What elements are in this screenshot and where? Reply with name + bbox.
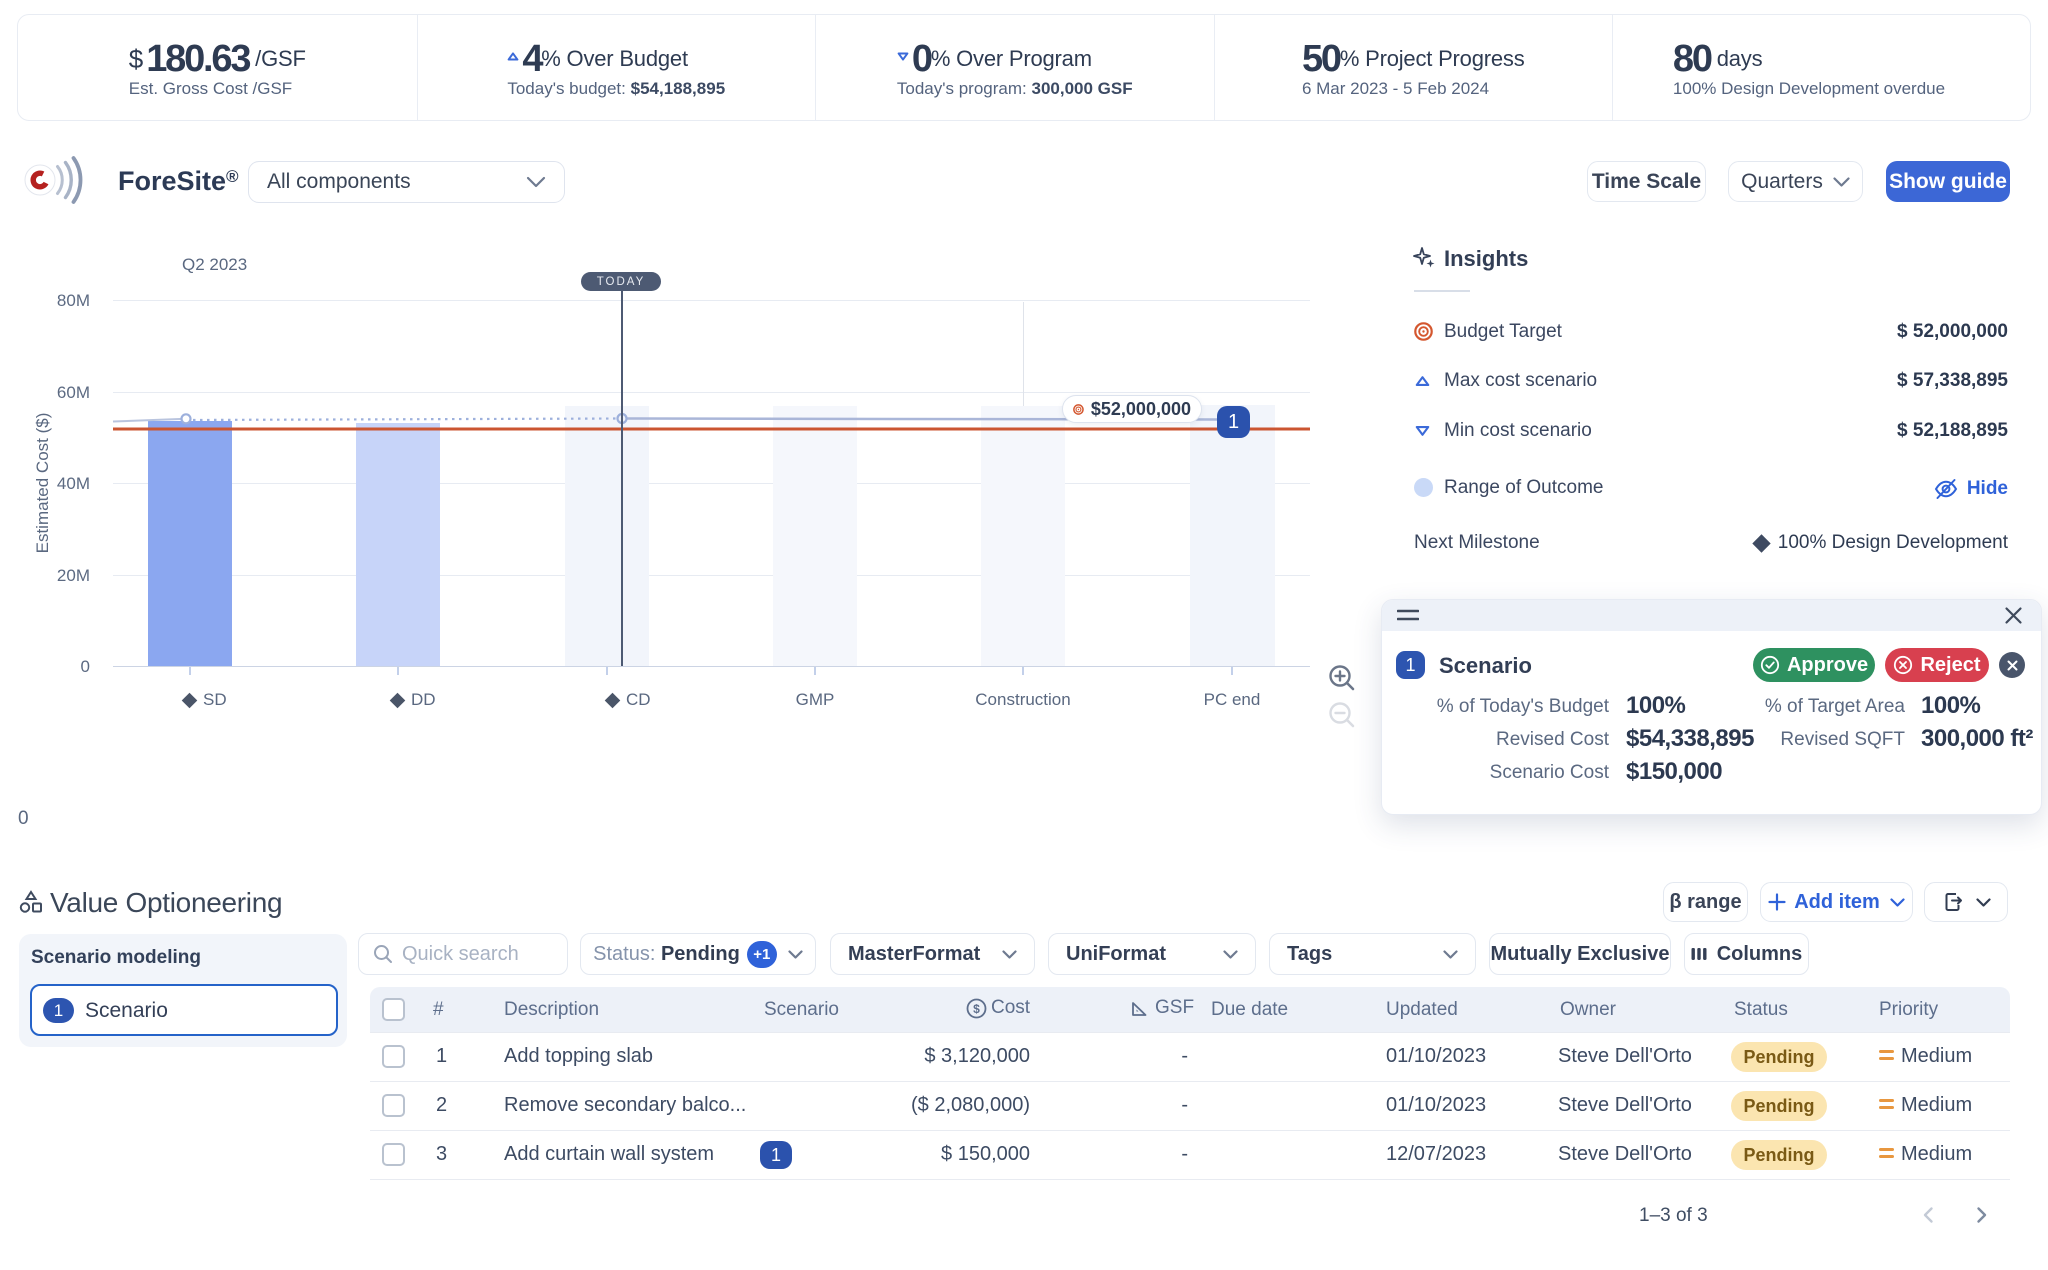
svg-text:$: $ [973,1002,980,1016]
